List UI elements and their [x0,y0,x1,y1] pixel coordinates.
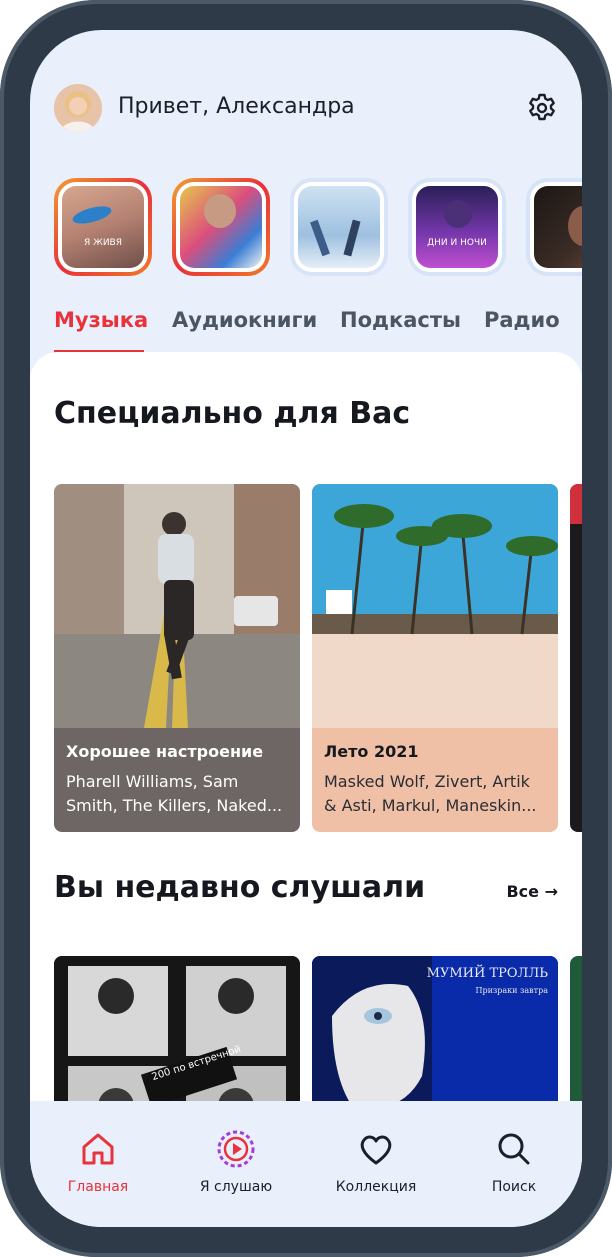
search-icon [494,1129,534,1169]
nav-search[interactable]: Поиск [454,1101,574,1227]
playlist-cover [312,484,558,728]
album-name: Призраки завтра [475,986,548,995]
playlist-info: Лето 2021 Masked Wolf, Zivert, Artik & A… [312,728,558,832]
playlist-card[interactable]: Хорошее настроение Pharell Williams, Sam… [54,484,300,832]
tab-music[interactable]: Музыка [54,308,148,332]
see-all-link[interactable]: Все → [506,882,558,901]
greeting-text: Привет, Александра [118,94,355,119]
app-screen: Привет, Александра Я ЖИВЯ ДНИ И НОЧИ Муз… [30,30,582,1227]
user-avatar[interactable] [54,84,102,132]
playlist-card[interactable]: Лето 2021 Masked Wolf, Zivert, Artik & A… [312,484,558,832]
playlist-card[interactable] [570,484,582,832]
bottom-navigation: Главная Я слушаю Коллекция Поиск [30,1101,582,1227]
tab-audiobooks[interactable]: Аудиокниги [172,308,317,332]
section-title-special: Специально для Вас [54,396,411,431]
content-panel: Специально для Вас Хорошее настроение Ph… [30,352,582,1227]
playlist-cover [54,484,300,728]
story-item[interactable]: Я ЖИВЯ [54,178,152,276]
phone-frame: Привет, Александра Я ЖИВЯ ДНИ И НОЧИ Муз… [0,0,612,1257]
playlist-info: Хорошее настроение Pharell Williams, Sam… [54,728,300,832]
header: Привет, Александра [54,84,558,136]
playlist-title: Хорошее настроение [66,742,264,761]
section-title-recent: Вы недавно слушали [54,870,426,905]
playlist-artists: Masked Wolf, Zivert, Artik & Asti, Marku… [324,772,537,815]
gear-icon[interactable] [526,92,558,124]
story-caption: Я ЖИВЯ [84,238,122,248]
tab-podcasts[interactable]: Подкасты [340,308,461,332]
tab-radio[interactable]: Радио [484,308,560,332]
nav-label: Поиск [491,1179,537,1195]
playlist-artists: Pharell Williams, Sam Smith, The Killers… [66,772,283,815]
nav-collection[interactable]: Коллекция [316,1101,436,1227]
story-item[interactable] [526,178,582,276]
nav-label: Главная [67,1179,129,1195]
story-item[interactable]: ДНИ И НОЧИ [408,178,506,276]
album-artist: МУМИЙ ТРОЛЛЬ [426,966,548,981]
heart-icon [356,1129,396,1169]
nav-label: Я слушаю [199,1179,273,1195]
nav-home[interactable]: Главная [38,1101,158,1227]
story-caption: ДНИ И НОЧИ [427,238,487,248]
play-circle-icon [216,1129,256,1169]
category-tabs: Музыка Аудиокниги Подкасты Радио [54,308,582,353]
stories-row: Я ЖИВЯ ДНИ И НОЧИ [54,178,582,276]
home-icon [78,1129,118,1169]
playlist-title: Лето 2021 [324,742,419,761]
story-item[interactable] [172,178,270,276]
nav-now-playing[interactable]: Я слушаю [176,1101,296,1227]
story-item[interactable] [290,178,388,276]
nav-label: Коллекция [335,1179,417,1195]
